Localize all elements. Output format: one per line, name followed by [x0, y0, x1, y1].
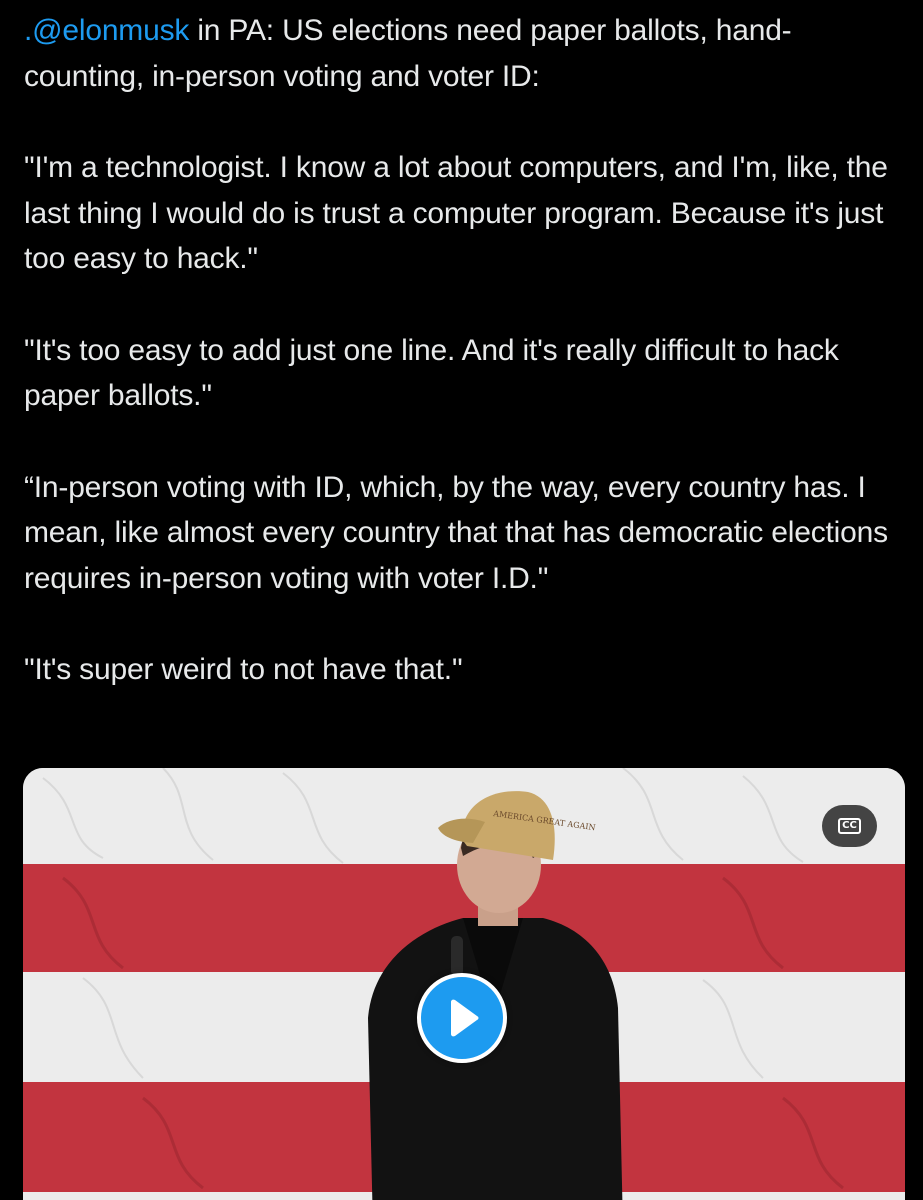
tweet-text: .@elonmusk in PA: US elections need pape… [24, 8, 904, 739]
play-button[interactable] [417, 973, 507, 1063]
quote-paragraph-1: "I'm a technologist. I know a lot about … [24, 151, 888, 275]
quote-paragraph-3: “In-person voting with ID, which, by the… [24, 470, 888, 595]
closed-captions-icon: CC [838, 818, 861, 834]
quote-paragraph-2: "It's too easy to add just one line. And… [24, 333, 839, 413]
mention-link[interactable]: .@elonmusk [24, 14, 189, 47]
video-player[interactable]: AMERICA GREAT AGAIN CC [23, 768, 905, 1200]
play-icon [451, 999, 479, 1037]
microphone [451, 936, 463, 976]
closed-captions-button[interactable]: CC [822, 805, 877, 847]
quote-paragraph-4: "It's super weird to not have that." [24, 653, 463, 686]
tweet-headline: .@elonmusk in PA: US elections need pape… [24, 8, 904, 99]
